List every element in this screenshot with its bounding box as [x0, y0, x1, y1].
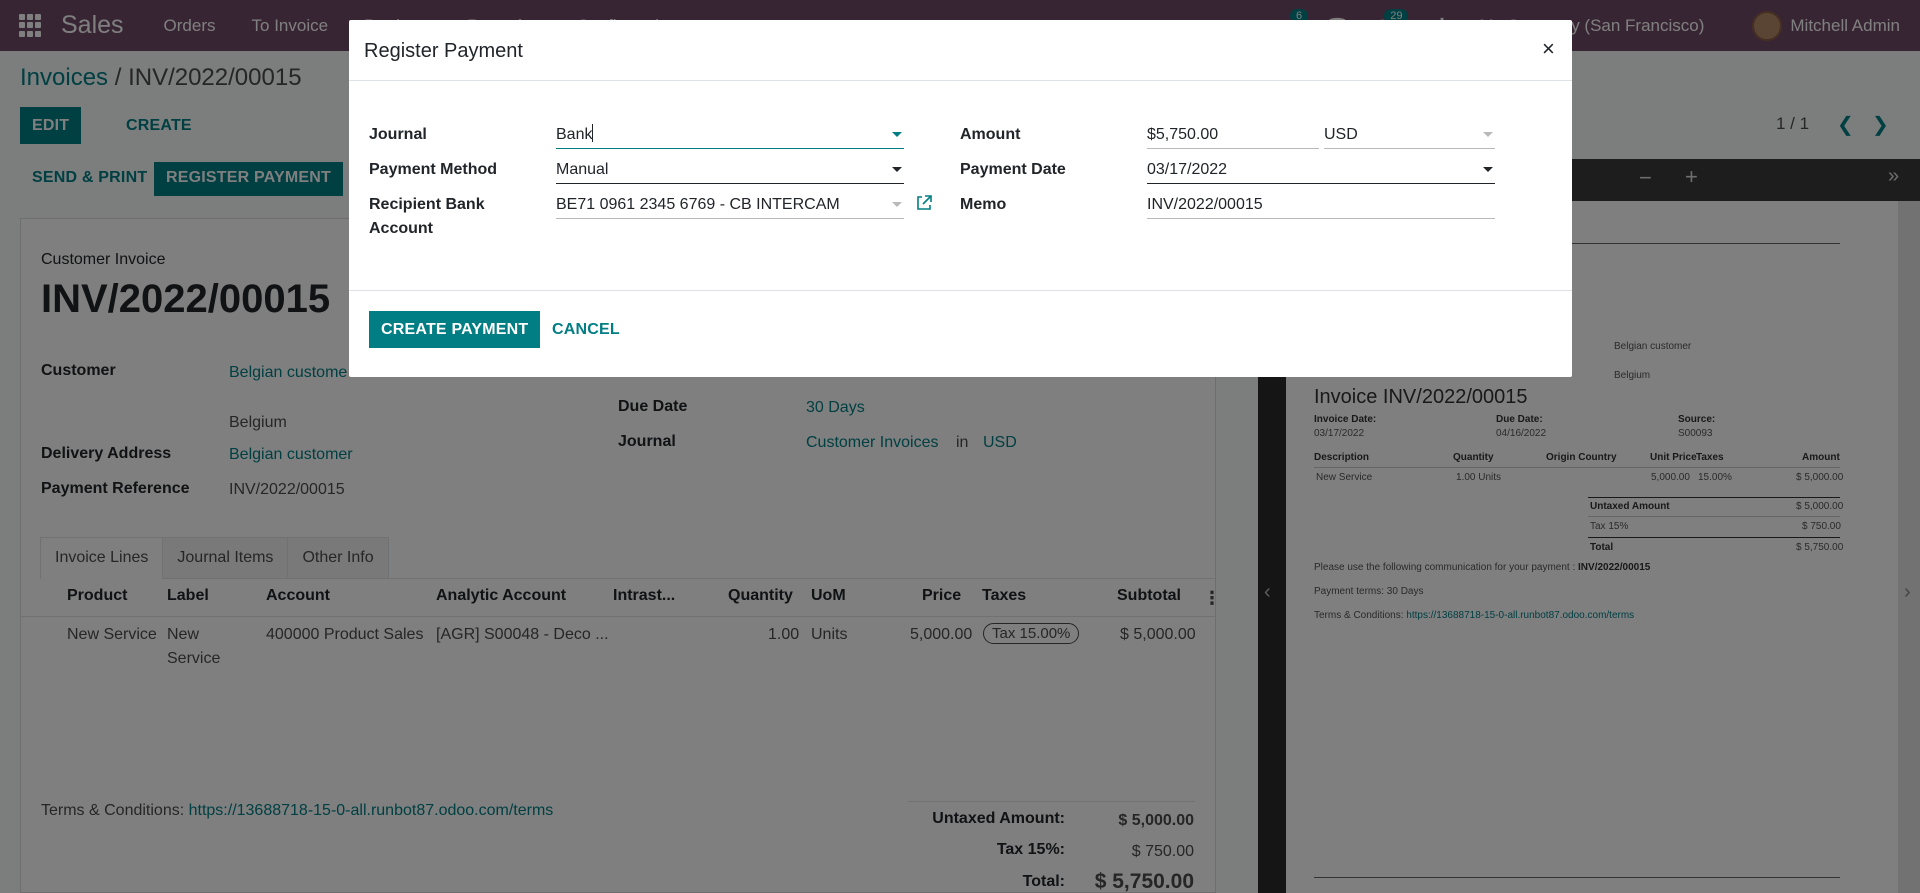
payment-method-select[interactable]: Manual — [556, 158, 904, 184]
memo-label: Memo — [960, 196, 1007, 213]
dialog-header: Register Payment × — [349, 20, 1572, 81]
amount-label: Amount — [960, 126, 1021, 143]
external-link-icon[interactable] — [916, 195, 932, 211]
currency-select[interactable]: USD — [1324, 123, 1495, 149]
payment-method-label: Payment Method — [369, 161, 498, 178]
payment-date-label: Payment Date — [960, 161, 1066, 178]
recipient-bank-label-line1: Recipient Bank — [369, 196, 485, 213]
payment-method-dropdown-icon[interactable] — [892, 167, 902, 172]
journal-select[interactable]: Bank — [556, 123, 904, 149]
amount-input[interactable]: $5,750.00 — [1147, 123, 1319, 149]
create-payment-button[interactable]: CREATE PAYMENT — [369, 311, 541, 348]
recipient-bank-label-line2: Account — [369, 220, 433, 237]
currency-dropdown-icon[interactable] — [1483, 132, 1493, 137]
journal-dropdown-icon[interactable] — [892, 132, 902, 137]
journal-label: Journal — [369, 126, 427, 143]
dialog-title: Register Payment — [364, 40, 523, 62]
recipient-bank-label: Recipient Bank Account — [369, 193, 485, 241]
journal-select-value: Bank — [556, 126, 593, 143]
payment-date-input[interactable]: 03/17/2022 — [1147, 158, 1495, 184]
currency-value: USD — [1324, 126, 1358, 143]
recipient-bank-value: BE71 0961 2345 6769 - CB INTERCAM — [556, 196, 840, 213]
payment-date-value: 03/17/2022 — [1147, 161, 1228, 178]
text-cursor — [592, 124, 594, 142]
close-icon[interactable]: × — [1542, 36, 1555, 62]
recipient-bank-dropdown-icon[interactable] — [892, 202, 902, 207]
payment-date-dropdown-icon[interactable] — [1483, 167, 1493, 172]
memo-input[interactable]: INV/2022/00015 — [1147, 193, 1495, 219]
payment-method-value: Manual — [556, 161, 609, 178]
cancel-button[interactable]: CANCEL — [540, 311, 632, 348]
dialog-footer-divider — [349, 290, 1572, 291]
register-payment-dialog: Register Payment × Journal Bank Payment … — [349, 20, 1572, 377]
recipient-bank-select[interactable]: BE71 0961 2345 6769 - CB INTERCAM — [556, 193, 904, 219]
